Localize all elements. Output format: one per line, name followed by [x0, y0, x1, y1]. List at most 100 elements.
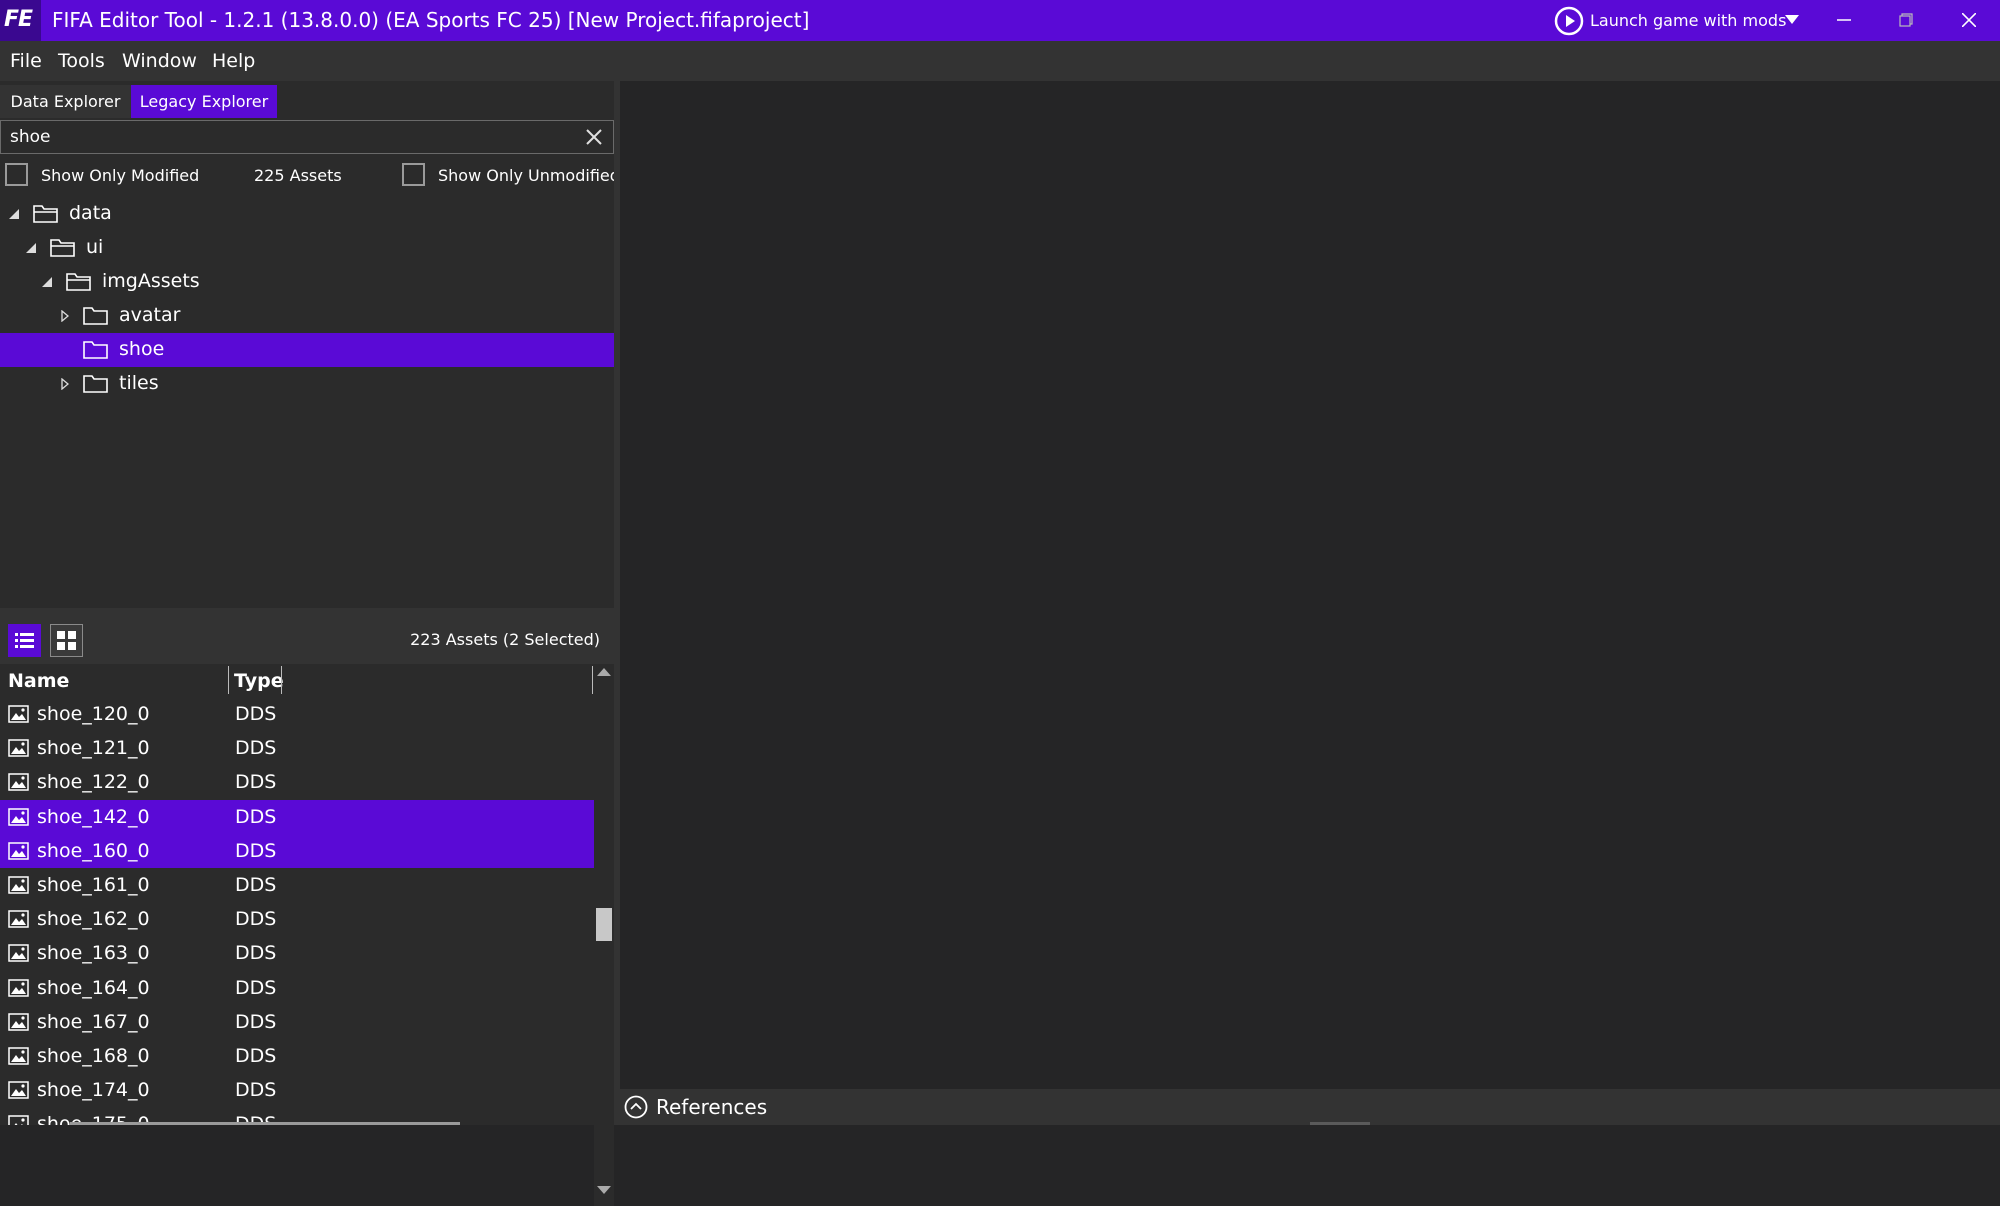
column-resize-handle[interactable]	[592, 666, 593, 694]
tab-label: Legacy Explorer	[139, 92, 269, 111]
table-row[interactable]: shoe_162_0 DDS	[0, 902, 594, 936]
launch-game-label: Launch game with mods	[1590, 11, 1787, 30]
asset-type: DDS	[235, 771, 277, 794]
restore-button[interactable]	[1877, 0, 1935, 41]
asset-name: shoe_167_0	[37, 1010, 150, 1033]
show-only-modified-label: Show Only Modified	[41, 166, 200, 185]
tree-item-label: tiles	[119, 372, 159, 394]
scroll-down-arrow-icon[interactable]	[597, 1186, 611, 1195]
chevron-down-icon[interactable]	[1785, 15, 1799, 25]
asset-type: DDS	[235, 703, 277, 725]
image-icon	[8, 1115, 29, 1125]
list-view-button[interactable]	[8, 624, 41, 657]
play-circle-icon	[1554, 6, 1584, 36]
chevron-up-circle-icon[interactable]	[624, 1095, 648, 1119]
table-row[interactable]: shoe_167_0 DDS	[0, 1005, 594, 1039]
clear-search-icon[interactable]	[586, 129, 602, 145]
collapsed-arrow-icon[interactable]	[61, 310, 69, 322]
table-row[interactable]: shoe_122_0 DDS	[0, 765, 594, 799]
launch-game-button[interactable]: Launch game with mods	[1552, 4, 1804, 37]
folder-icon	[83, 341, 108, 359]
table-row[interactable]: shoe_121_0 DDS	[0, 731, 594, 765]
image-icon	[8, 978, 29, 997]
table-row[interactable]: shoe_120_0 DDS	[0, 697, 594, 731]
show-only-unmodified-label: Show Only Unmodified	[438, 166, 620, 185]
show-only-unmodified-checkbox[interactable]	[402, 163, 425, 186]
restore-icon	[1899, 13, 1913, 27]
asset-type: DDS	[235, 737, 277, 760]
app-logo: FE	[0, 0, 41, 41]
tree-item-shoe[interactable]: shoe	[0, 333, 614, 367]
menu-help[interactable]: Help	[212, 50, 255, 72]
tree-item-label: imgAssets	[102, 270, 200, 292]
table-row[interactable]: shoe_142_0 DDS	[0, 799, 594, 834]
expanded-arrow-icon[interactable]	[9, 209, 19, 219]
asset-name: shoe_164_0	[37, 976, 150, 999]
scrollbar-thumb[interactable]	[596, 908, 612, 941]
table-row[interactable]: shoe_160_0 DDS	[0, 833, 594, 868]
asset-type: DDS	[235, 874, 277, 896]
table-row[interactable]: shoe_164_0 DDS	[0, 971, 594, 1005]
asset-type: DDS	[235, 942, 277, 965]
tree-item-label: avatar	[119, 304, 181, 326]
minimize-icon	[1837, 19, 1851, 21]
search-input[interactable]	[10, 126, 570, 148]
tab-label: Data Explorer	[10, 92, 121, 111]
image-icon	[8, 739, 29, 757]
image-icon	[8, 944, 29, 963]
asset-type: DDS	[235, 1045, 277, 1067]
references-bar[interactable]: References	[620, 1089, 2000, 1125]
minimize-button[interactable]	[1815, 0, 1873, 41]
image-icon	[8, 773, 29, 792]
column-header-type[interactable]: Type	[234, 670, 284, 692]
editor-area	[620, 81, 2000, 1089]
tree-item-data[interactable]: data	[0, 197, 614, 231]
panel-divider[interactable]	[0, 608, 614, 616]
asset-total-count: 225 Assets	[254, 166, 342, 185]
collapsed-arrow-icon[interactable]	[61, 378, 69, 390]
asset-name: shoe_162_0	[37, 908, 150, 931]
scroll-up-arrow-icon[interactable]	[597, 667, 611, 676]
tree-item-label: data	[69, 202, 112, 224]
show-only-modified-checkbox[interactable]	[5, 163, 28, 186]
image-icon	[8, 1013, 29, 1031]
grid-view-button[interactable]	[50, 624, 83, 657]
image-icon	[8, 705, 29, 723]
tab-data-explorer[interactable]: Data Explorer	[0, 85, 131, 118]
close-button[interactable]	[1940, 0, 1998, 41]
table-row[interactable]: shoe_174_0 DDS	[0, 1073, 594, 1107]
tab-legacy-explorer[interactable]: Legacy Explorer	[131, 85, 277, 118]
tree-item-ui[interactable]: ui	[0, 231, 614, 265]
column-header-name[interactable]: Name	[8, 670, 69, 692]
menu-tools[interactable]: Tools	[58, 50, 105, 72]
asset-name: shoe_120_0	[37, 703, 150, 725]
asset-name: shoe_174_0	[37, 1079, 150, 1102]
menu-file[interactable]: File	[10, 50, 42, 72]
asset-type: DDS	[235, 839, 277, 862]
tree-item-tiles[interactable]: tiles	[0, 367, 614, 401]
asset-name: shoe_142_0	[37, 805, 150, 828]
tree-item-avatar[interactable]: avatar	[0, 299, 614, 333]
folder-open-icon	[50, 239, 75, 257]
image-icon	[8, 842, 29, 860]
table-row[interactable]: shoe_163_0 DDS	[0, 936, 594, 970]
close-icon	[1962, 13, 1976, 27]
column-resize-handle[interactable]	[228, 666, 229, 694]
menu-window[interactable]: Window	[122, 50, 197, 72]
asset-name: shoe_160_0	[37, 839, 150, 862]
asset-list: shoe_120_0 DDS shoe_121_0 DDS shoe_122_0 DDS s…	[0, 697, 594, 1125]
folder-open-icon	[33, 205, 58, 223]
image-icon	[8, 1047, 29, 1065]
column-resize-handle[interactable]	[281, 666, 282, 694]
asset-type: DDS	[235, 1010, 277, 1033]
asset-selection-count: 223 Assets (2 Selected)	[410, 630, 600, 649]
folder-tree: data ui imgAssets avatar shoe tiles	[0, 197, 614, 397]
tree-item-label: shoe	[119, 338, 165, 360]
table-row[interactable]: shoe_168_0 DDS	[0, 1039, 594, 1073]
asset-type: DDS	[235, 908, 277, 931]
tree-item-imgassets[interactable]: imgAssets	[0, 265, 614, 299]
asset-type: DDS	[235, 976, 277, 999]
expanded-arrow-icon[interactable]	[26, 243, 36, 253]
expanded-arrow-icon[interactable]	[42, 277, 52, 287]
table-row[interactable]: shoe_161_0 DDS	[0, 868, 594, 902]
